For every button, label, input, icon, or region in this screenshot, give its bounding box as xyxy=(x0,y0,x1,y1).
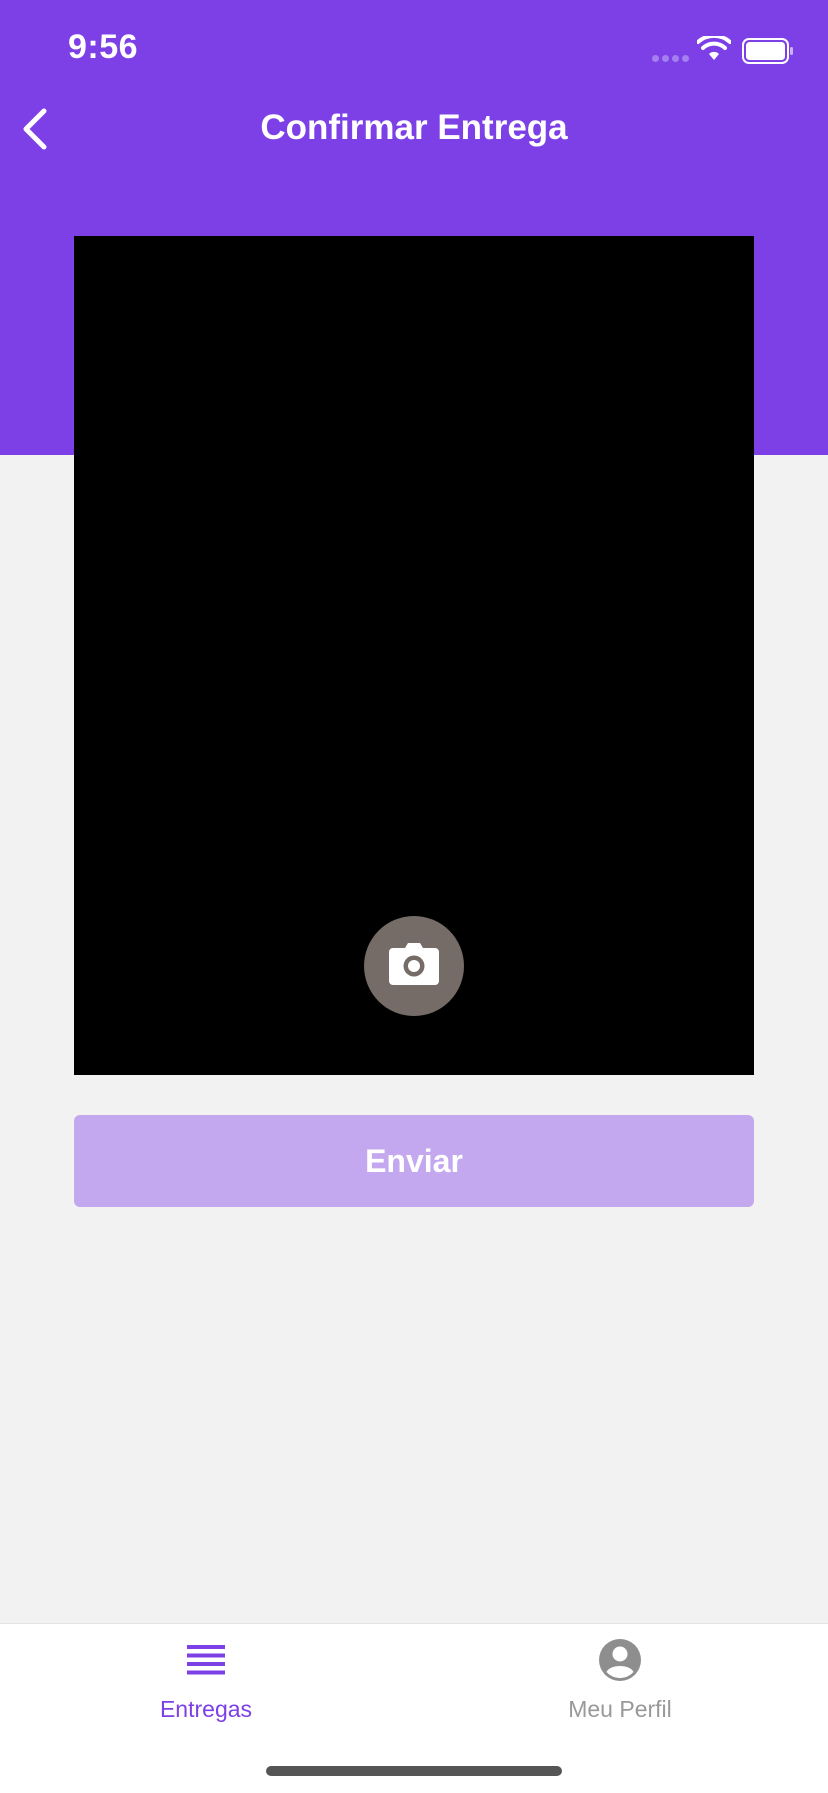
send-button[interactable]: Enviar xyxy=(74,1115,754,1207)
wifi-icon xyxy=(696,33,732,67)
list-icon xyxy=(187,1638,225,1682)
camera-icon xyxy=(388,942,440,991)
capture-photo-button[interactable] xyxy=(364,916,464,1016)
tab-meu-perfil-label: Meu Perfil xyxy=(568,1696,672,1722)
home-indicator xyxy=(266,1766,562,1776)
page-title: Confirmar Entrega xyxy=(260,108,568,147)
signal-icon xyxy=(652,55,689,62)
tab-entregas[interactable]: Entregas xyxy=(96,1624,316,1734)
camera-preview xyxy=(74,236,754,1075)
status-time: 9:56 xyxy=(68,28,139,66)
tab-meu-perfil[interactable]: Meu Perfil xyxy=(510,1624,730,1734)
battery-icon xyxy=(742,38,794,69)
tab-entregas-label: Entregas xyxy=(159,1696,253,1722)
account-circle-icon xyxy=(598,1638,642,1682)
